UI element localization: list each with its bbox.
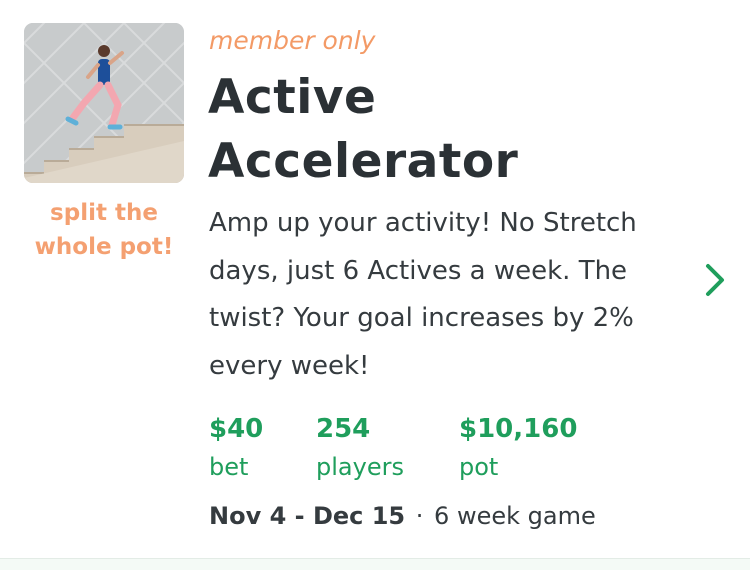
stat-bet: $40 bet	[209, 410, 263, 486]
stat-players: 254 players	[316, 410, 404, 486]
stat-bet-value: $40	[209, 414, 264, 444]
game-thumbnail-image	[24, 23, 184, 183]
pot-note: split the whole pot!	[34, 200, 174, 260]
member-only-tag: member only	[209, 26, 376, 55]
stat-pot-label: pot	[459, 453, 499, 481]
game-description: Amp up your activity! No Stretch days, j…	[209, 208, 637, 381]
next-card-edge	[0, 558, 750, 570]
game-card[interactable]: split the whole pot! member only Active …	[0, 0, 750, 558]
game-duration: 6 week game	[434, 502, 596, 530]
game-schedule: Nov 4 - Dec 15 · 6 week game	[209, 502, 596, 530]
stat-pot: $10,160 pot	[459, 410, 577, 486]
chevron-right-icon[interactable]	[700, 260, 730, 300]
stat-players-value: 254	[316, 414, 371, 444]
date-range: Nov 4 - Dec 15	[209, 502, 406, 530]
separator-dot: ·	[415, 502, 424, 530]
stat-players-label: players	[316, 453, 404, 481]
game-title: Active Accelerator	[208, 70, 519, 189]
stat-bet-label: bet	[209, 453, 249, 481]
stat-pot-value: $10,160	[459, 414, 578, 444]
